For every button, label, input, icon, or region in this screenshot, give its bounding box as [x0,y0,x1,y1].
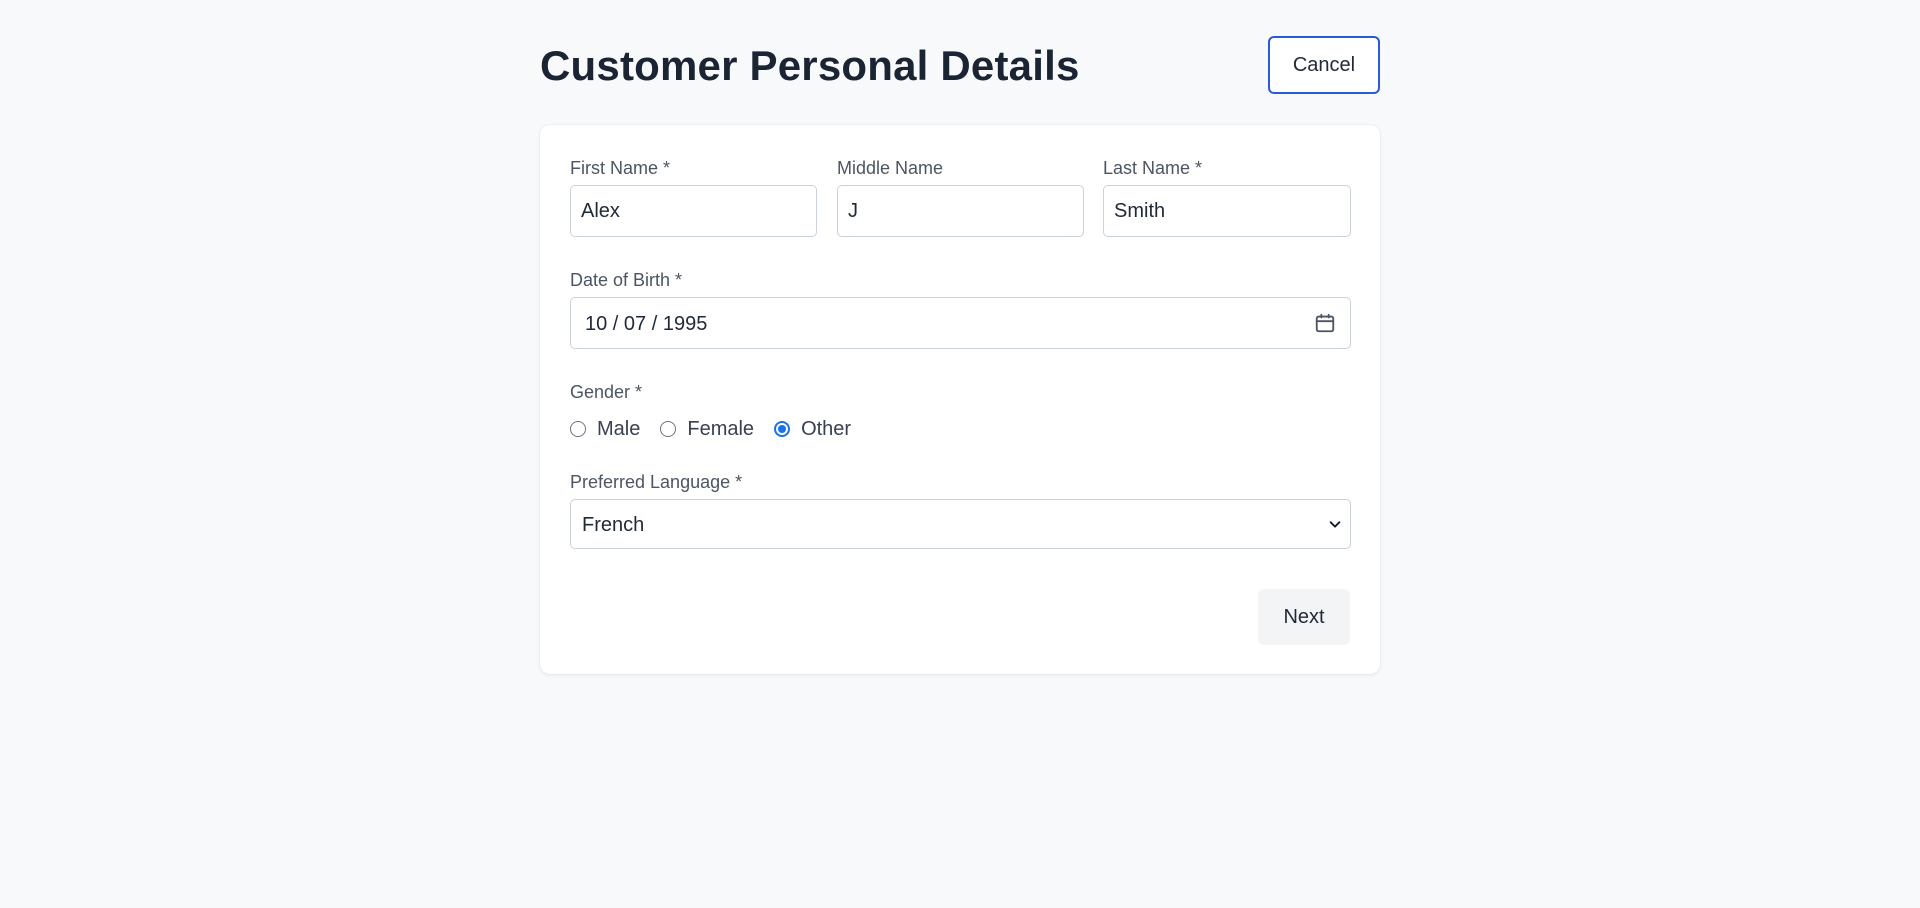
radio-label: Other [801,417,852,440]
page-title: Customer Personal Details [540,42,1080,89]
gender-label: Gender * [570,382,643,402]
date-of-birth-input[interactable]: 10 / 07 / 1995 [570,297,1351,349]
gender-option-other[interactable]: Other [774,418,851,441]
personal-details-form: First Name * Middle Name Last Name * Dat… [540,125,1380,674]
radio-label: Female [687,417,755,440]
chevron-down-icon [1329,521,1341,528]
gender-option-male[interactable]: Male [570,418,640,441]
preferred-language-select[interactable]: French [570,499,1351,549]
last-name-label: Last Name * [1103,158,1203,178]
date-of-birth-value: 10 / 07 / 1995 [585,313,708,335]
first-name-input[interactable] [570,185,817,237]
middle-name-input[interactable] [837,185,1084,237]
gender-radio-group: Male Female Other [570,415,871,443]
header: Customer Personal Details Cancel [540,36,1380,96]
gender-option-female[interactable]: Female [660,418,754,441]
radio-button[interactable] [570,421,586,437]
page: Customer Personal Details Cancel First N… [0,0,1920,908]
cancel-button[interactable]: Cancel [1268,36,1380,94]
calendar-icon[interactable] [1314,312,1336,334]
radio-label: Male [597,417,641,440]
radio-button[interactable] [774,421,791,437]
middle-name-label: Middle Name [837,158,944,178]
radio-button[interactable] [660,421,677,437]
next-button[interactable]: Next [1258,589,1350,645]
last-name-input[interactable] [1103,185,1351,237]
preferred-language-label: Preferred Language * [570,472,743,492]
selected-language: French [582,514,645,536]
first-name-label: First Name * [570,158,671,178]
date-of-birth-label: Date of Birth * [570,270,683,290]
